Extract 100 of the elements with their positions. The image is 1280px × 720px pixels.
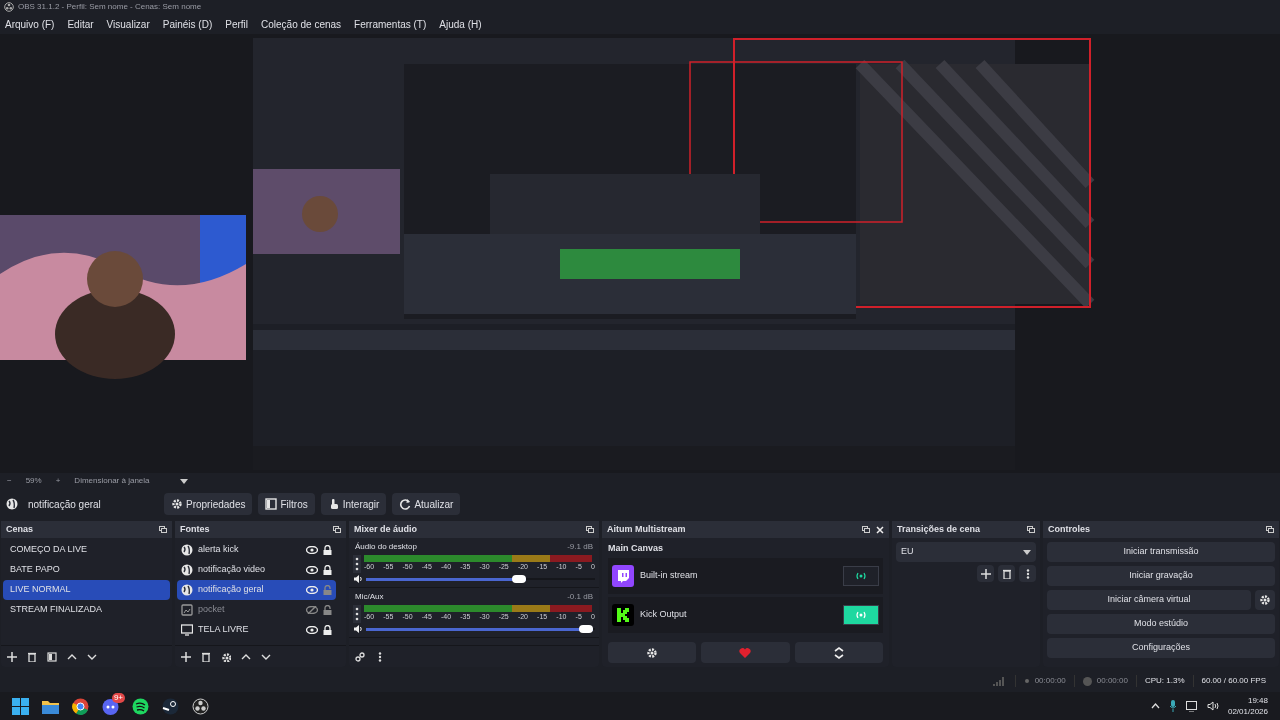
menu-item[interactable]: Perfil xyxy=(225,16,248,32)
add-icon[interactable] xyxy=(181,651,191,662)
source-item[interactable]: pocket xyxy=(177,600,336,620)
zoom-out-button[interactable]: − xyxy=(7,475,12,487)
undock-icon[interactable] xyxy=(862,526,870,533)
source-name: pocket xyxy=(198,603,226,617)
toolbar-button[interactable]: Propriedades xyxy=(164,493,253,515)
gear-icon[interactable] xyxy=(221,651,231,662)
eye-icon[interactable] xyxy=(306,566,318,574)
browser-icon[interactable] xyxy=(72,697,89,715)
scale-mode-dropdown[interactable]: Dimensionar à janela xyxy=(74,475,188,487)
source-name: notificação video xyxy=(198,563,267,577)
menu-item[interactable]: Editar xyxy=(67,16,94,32)
selected-source-name: notificação geral xyxy=(28,497,102,512)
record-status-icon xyxy=(1082,676,1092,686)
hidden-eye-icon[interactable] xyxy=(306,606,318,614)
undock-icon[interactable] xyxy=(1027,526,1035,533)
record-timer: 00:00:00 xyxy=(1096,675,1128,687)
control-button[interactable]: Iniciar transmissão xyxy=(1047,542,1275,562)
slider-thumb[interactable] xyxy=(512,575,527,583)
virtual-camera-settings-button[interactable] xyxy=(1255,590,1275,610)
caret-icon xyxy=(1023,549,1031,555)
transition-button[interactable] xyxy=(1019,565,1036,582)
source-item[interactable]: notificação geral xyxy=(177,580,336,600)
globe-icon xyxy=(6,498,18,510)
transition-button[interactable] xyxy=(977,565,994,582)
volume-slider[interactable] xyxy=(366,575,595,583)
advanced-audio-icon[interactable] xyxy=(355,651,365,662)
menu-item[interactable]: Coleção de cenas xyxy=(261,16,342,32)
fps-counter: 60.00 / 60.00 FPS xyxy=(1192,675,1274,687)
chevron-up-icon[interactable] xyxy=(1150,703,1160,709)
multistream-button[interactable] xyxy=(701,642,790,663)
menu-item[interactable]: Ajuda (H) xyxy=(439,16,482,32)
refresh-icon xyxy=(399,498,412,510)
stream-timer: 00:00:00 xyxy=(1034,675,1066,687)
lock-icon[interactable] xyxy=(323,625,332,635)
stream-status-icon xyxy=(1023,678,1030,684)
speaker-icon[interactable] xyxy=(353,624,363,634)
undock-icon[interactable] xyxy=(159,526,167,533)
speaker-icon[interactable] xyxy=(1206,701,1219,711)
clock-time: 19:48 xyxy=(1247,695,1268,706)
trash-icon[interactable] xyxy=(27,651,37,662)
control-button[interactable]: Iniciar câmera virtual xyxy=(1047,590,1251,610)
zoom-in-button[interactable]: + xyxy=(55,475,61,487)
music-icon[interactable] xyxy=(132,697,149,715)
eye-icon[interactable] xyxy=(306,546,318,554)
scene-item[interactable]: LIVE NORMAL xyxy=(3,580,170,600)
cpu-usage: CPU: 1.3% xyxy=(1135,675,1193,687)
menu-item[interactable]: Arquivo (F) xyxy=(5,16,55,32)
transition-button[interactable] xyxy=(998,565,1015,582)
control-button[interactable]: Configurações xyxy=(1047,638,1275,658)
clock[interactable]: 19:48 02/01/2026 xyxy=(1227,695,1268,717)
more-icon[interactable] xyxy=(353,555,361,573)
unlocked-icon[interactable] xyxy=(323,605,332,615)
window-title: OBS 31.1.2 - Perfil: Sem nome - Cenas: Sem nome xyxy=(18,1,202,13)
multistream-button[interactable] xyxy=(794,642,883,663)
canvas-title: Main Canvas xyxy=(607,542,665,555)
lock-icon[interactable] xyxy=(323,565,332,575)
kick-logo-icon xyxy=(612,603,634,626)
eye-icon[interactable] xyxy=(306,626,318,634)
control-button[interactable]: Iniciar gravação xyxy=(1047,566,1275,586)
toolbar-button[interactable]: Atualizar xyxy=(392,493,461,515)
volume-reading: -0.1 dB xyxy=(567,591,593,603)
more-icon[interactable] xyxy=(353,605,361,623)
undock-icon[interactable] xyxy=(333,526,341,533)
stream-toggle-button[interactable] xyxy=(843,604,879,625)
slider-thumb[interactable] xyxy=(578,625,593,633)
filter-icon[interactable] xyxy=(47,651,57,662)
trash-icon[interactable] xyxy=(201,651,211,662)
panel-title: Aitum Multistream xyxy=(607,522,686,536)
microphone-icon[interactable] xyxy=(1168,700,1177,712)
toolbar-button[interactable]: Filtros xyxy=(258,493,315,515)
stream-toggle-button[interactable] xyxy=(843,565,879,586)
control-button[interactable]: Modo estúdio xyxy=(1047,614,1275,634)
menu-item[interactable]: Painéis (D) xyxy=(162,16,213,32)
scene-item[interactable]: BATE PAPO xyxy=(3,560,170,580)
start-icon[interactable] xyxy=(12,697,29,715)
panel-title: Transições de cena xyxy=(897,522,981,536)
eye-icon[interactable] xyxy=(306,586,318,594)
volume-slider[interactable] xyxy=(366,625,595,633)
transition-dropdown[interactable]: EU xyxy=(896,542,1036,562)
lock-icon[interactable] xyxy=(323,545,332,555)
broadcast-icon xyxy=(855,610,867,619)
multistream-button[interactable] xyxy=(608,642,697,663)
source-name: notificação geral xyxy=(198,583,265,597)
source-item[interactable]: TELA LIVRE xyxy=(177,620,336,640)
add-icon[interactable] xyxy=(7,651,17,662)
speaker-icon[interactable] xyxy=(353,574,363,584)
undock-icon[interactable] xyxy=(586,526,594,533)
toolbar-button[interactable]: Interagir xyxy=(320,493,387,515)
scene-item[interactable]: STREAM FINALIZADA xyxy=(3,600,170,620)
menu-item[interactable]: Ferramentas (T) xyxy=(354,16,427,32)
undock-icon[interactable] xyxy=(1266,526,1274,533)
caret-icon xyxy=(179,478,188,484)
close-icon[interactable] xyxy=(876,525,884,534)
twitch-logo-icon xyxy=(612,564,634,587)
source-item[interactable]: alerta kick xyxy=(177,540,336,560)
scene-item[interactable]: COMEÇO DA LIVE xyxy=(3,540,170,560)
source-item[interactable]: notificação video xyxy=(177,560,336,580)
menu-item[interactable]: Visualizar xyxy=(106,16,150,32)
